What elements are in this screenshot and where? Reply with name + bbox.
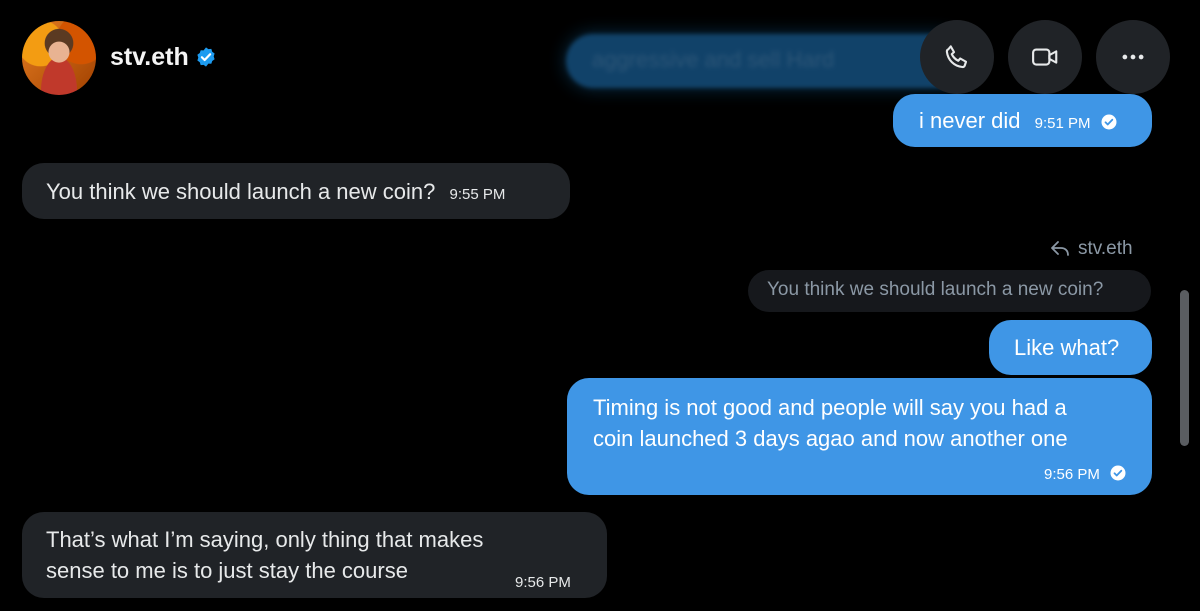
message-timestamp: 9:56 PM: [515, 574, 571, 591]
more-icon: [1122, 54, 1144, 60]
message-meta: 9:56 PM: [1044, 462, 1126, 485]
reply-indicator: stv.eth: [1050, 238, 1133, 260]
message-text-line: Timing is not good and people will say y…: [593, 395, 1067, 420]
message-timestamp: 9:51 PM: [1034, 115, 1091, 132]
message-bubble-blurred: aggressive and sell Hard: [566, 34, 966, 88]
reply-arrow-icon: [1051, 241, 1069, 256]
message-text: i never did: [919, 108, 1021, 133]
reply-author: stv.eth: [1078, 238, 1133, 259]
message-text-line: That’s what I’m saying, only thing that …: [46, 527, 484, 552]
message-text: You think we should launch a new coin?: [46, 179, 436, 204]
contact-header[interactable]: stv.eth: [110, 40, 217, 74]
read-receipt-icon: [1101, 114, 1117, 130]
message-timestamp: 9:55 PM: [449, 186, 506, 203]
scrollbar-thumb[interactable]: [1180, 290, 1189, 446]
message-bubble-received[interactable]: That’s what I’m saying, only thing that …: [22, 512, 607, 598]
message-text-line: coin launched 3 days agao and now anothe…: [593, 426, 1068, 451]
video-icon: [1032, 48, 1058, 66]
read-receipt-icon: [1110, 465, 1126, 481]
message-bubble-received[interactable]: You think we should launch a new coin? 9…: [22, 163, 570, 219]
message-text: Like what?: [1014, 335, 1120, 360]
call-button[interactable]: [920, 20, 994, 94]
message-bubble-sent[interactable]: Like what?: [989, 320, 1152, 375]
message-bubble-sent[interactable]: Timing is not good and people will say y…: [567, 378, 1152, 495]
quoted-text: You think we should launch a new coin?: [767, 279, 1104, 300]
verified-badge-icon: [197, 47, 215, 67]
message-timestamp: 9:56 PM: [1044, 466, 1100, 483]
phone-icon: [945, 45, 968, 69]
message-bubble-sent[interactable]: i never did 9:51 PM: [893, 94, 1152, 147]
message-text: aggressive and sell Hard: [592, 47, 835, 72]
quoted-message[interactable]: You think we should launch a new coin?: [748, 270, 1151, 312]
more-options-button[interactable]: [1096, 20, 1170, 94]
video-call-button[interactable]: [1008, 20, 1082, 94]
avatar[interactable]: [22, 21, 96, 95]
contact-name: stv.eth: [110, 43, 189, 71]
